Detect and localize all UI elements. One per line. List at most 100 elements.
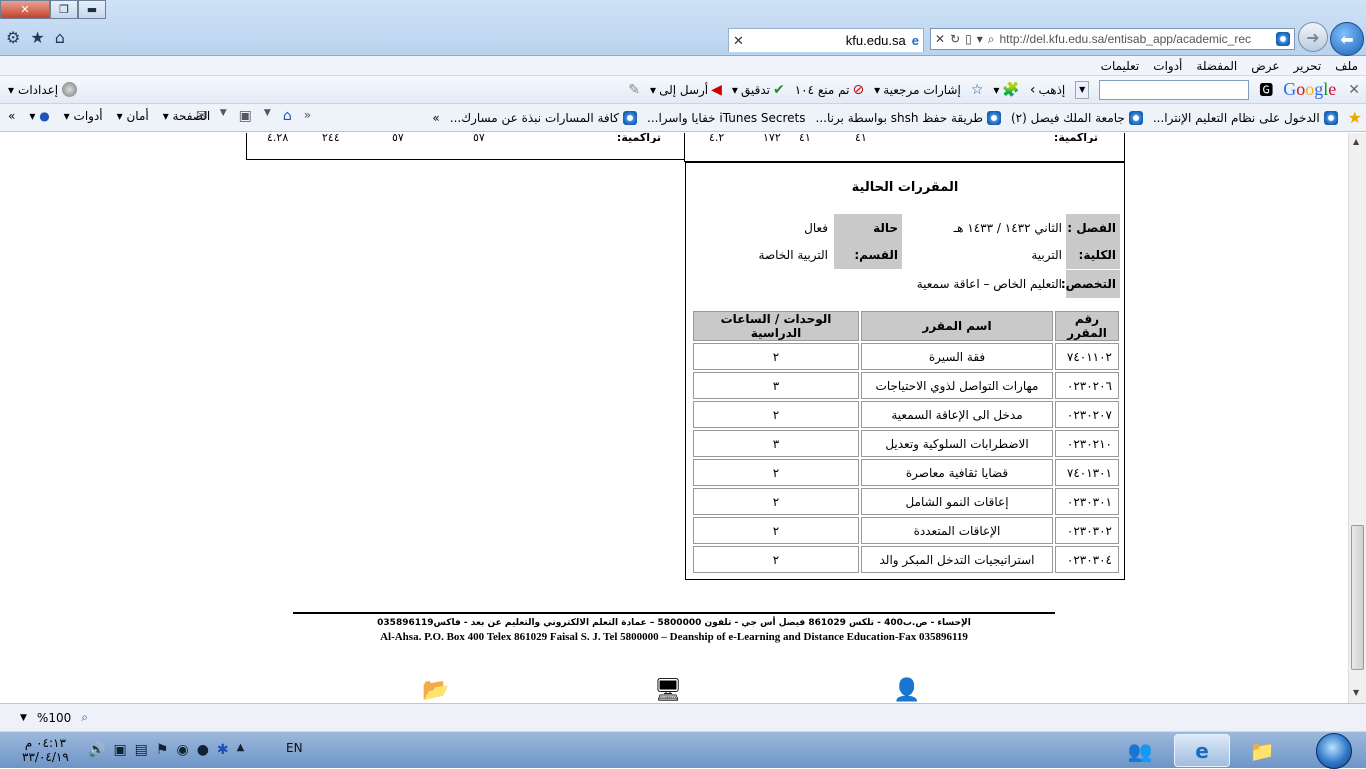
favorite-link[interactable]: كافة المسارات نبذة عن مسارك...	[450, 110, 638, 125]
zoom-level[interactable]: %100	[37, 711, 71, 725]
close-window-button[interactable]: ✕	[0, 0, 50, 19]
favorite-link[interactable]: iTunes Secrets خفايا واسرا...	[647, 111, 805, 125]
menu-edit[interactable]: تحرير	[1294, 59, 1322, 73]
pencil-icon[interactable]: ✎	[628, 82, 640, 98]
forward-button[interactable]: ⬅	[1330, 22, 1364, 56]
tools-menu[interactable]: أدوات ▾	[64, 109, 103, 123]
person-icon[interactable]: 👤	[893, 678, 920, 703]
back-button[interactable]: ➜	[1298, 22, 1328, 52]
department-value: التربية الخاصة	[758, 248, 828, 262]
minimize-window-button[interactable]: ▬	[78, 0, 106, 19]
table-row: ٠٢٣٠٣٠٢ الإعاقات المتعددة ٢	[693, 517, 1119, 544]
footer-divider	[293, 612, 1055, 614]
url-text[interactable]: http://del.kfu.edu.sa/entisab_app/academ…	[1000, 32, 1272, 46]
google-search-icon[interactable]: 🅶	[1259, 80, 1273, 100]
spellcheck-button[interactable]: ✔ تدقيق ▾	[732, 82, 785, 98]
search-icon[interactable]: ⌕	[988, 32, 995, 47]
zoom-dropdown-icon[interactable]: ▼	[20, 713, 27, 723]
home-icon[interactable]: ⌂	[283, 108, 292, 124]
chevron-more-icon[interactable]: »	[432, 111, 439, 125]
google-plus-button[interactable]: 🧩 ▾	[993, 82, 1019, 98]
chevron-more-icon[interactable]: »	[304, 108, 311, 124]
menu-favorites[interactable]: المفضلة	[1196, 59, 1237, 73]
show-hidden-icons[interactable]: ▲	[237, 742, 245, 758]
favorite-link[interactable]: جامعة الملك فيصل (٢)	[1011, 110, 1143, 125]
google-logo[interactable]: Google	[1283, 79, 1336, 100]
favorites-star-icon[interactable]: ★	[1348, 108, 1362, 127]
help-menu[interactable]: ● ▾	[29, 109, 49, 123]
messenger-icon: 👥	[1127, 738, 1153, 763]
table-row: ٧٤٠١٣٠١ قضايا ثقافية معاصرة ٢	[693, 459, 1119, 486]
scroll-down-icon: ▼	[1353, 688, 1360, 697]
previous-gpa-box: تراكمية: ٥٧ ٥٧ ٢٤٤ ٤.٢٨	[246, 133, 685, 160]
blocked-icon: ⊘	[852, 81, 865, 98]
menu-tools[interactable]: أدوات	[1153, 59, 1182, 73]
taskbar-app-explorer[interactable]: 📁	[1234, 734, 1290, 767]
close-icon[interactable]: ✕	[935, 32, 945, 46]
vertical-scrollbar[interactable]: ▲ ▼	[1348, 133, 1366, 703]
course-code: ٠٢٣٠٣٠١	[1055, 488, 1119, 515]
refresh-icon[interactable]: ↻	[950, 32, 960, 46]
zoom-icon[interactable]: ⌕	[81, 710, 88, 725]
language-indicator[interactable]: EN	[286, 741, 303, 755]
command-icons: ✉ ▼ ▣ ▼ ⌂ »	[196, 108, 311, 124]
browser-tab[interactable]: ✕ kfu.edu.sa e	[728, 28, 924, 52]
folder-icon[interactable]: 📂	[422, 678, 449, 703]
menu-view[interactable]: عرض	[1251, 59, 1279, 73]
popup-blocker-button[interactable]: ⊘ تم منع ١٠٤	[795, 82, 864, 98]
page-menu[interactable]: الصفحة ▾	[163, 109, 211, 123]
ie-page-icon: e	[911, 33, 919, 48]
send-to-button[interactable]: ◀ أرسل إلى ▾	[650, 82, 722, 98]
favorites-star-icon[interactable]: ★	[30, 28, 44, 47]
clock-date: ٣٣/٠٤/١٩	[22, 750, 69, 764]
dropdown-icon[interactable]: ▼	[264, 108, 271, 124]
home-icon[interactable]: ⌂	[55, 28, 65, 47]
settings-button[interactable]: إعدادات ▾	[8, 82, 78, 97]
course-units: ٢	[693, 459, 859, 486]
favorite-link[interactable]: الدخول على نظام التعليم الإنترا...	[1153, 110, 1338, 125]
cumulative-value: ٥٧	[473, 133, 485, 143]
student-status-label: حالة الطالب:	[834, 214, 902, 263]
go-button[interactable]: إذهب ›	[1030, 82, 1065, 98]
address-bar[interactable]: ✕ ↻ ▯ ▾ ⌕ http://del.kfu.edu.sa/entisab_…	[930, 28, 1295, 50]
scrollbar-thumb[interactable]	[1351, 525, 1364, 670]
browser-shortcuts: ⚙ ★ ⌂	[6, 28, 65, 47]
rss-icon[interactable]: ▣	[239, 108, 252, 124]
menu-file[interactable]: ملف	[1335, 59, 1358, 73]
google-search-input[interactable]	[1099, 79, 1250, 100]
volume-icon[interactable]: 🔊	[88, 742, 105, 758]
dropdown-icon[interactable]: ▼	[220, 108, 227, 124]
taskbar-app-messenger[interactable]: 👥	[1112, 734, 1168, 767]
table-row: ٠٢٣٠٢٠٧ مدخل الى الإعاقة السمعية ٢	[693, 401, 1119, 428]
menu-help[interactable]: تعليمات	[1101, 59, 1140, 73]
course-name: إعاقات النمو الشامل	[861, 488, 1053, 515]
gear-icon[interactable]: ⚙	[6, 28, 20, 47]
device-icon[interactable]: ▤	[135, 742, 148, 758]
search-dropdown[interactable]: ▼	[1075, 80, 1090, 99]
bluetooth-icon[interactable]: ✱	[217, 742, 229, 758]
close-icon[interactable]: ✕	[1348, 82, 1360, 98]
flag-icon[interactable]: ⚑	[156, 742, 169, 758]
globe-icon[interactable]: ◉	[176, 742, 188, 758]
restore-window-button[interactable]: ❐	[50, 0, 78, 19]
clock[interactable]: ٠٤:١٣ م ٣٣/٠٤/١٩	[22, 736, 69, 764]
major-label: التخصص:	[1061, 270, 1120, 298]
chrome-icon[interactable]: ●	[197, 742, 209, 758]
cumulative-value: ٤.٢٨	[267, 133, 289, 143]
compatibility-icon[interactable]: ▯	[965, 32, 972, 46]
computer-icon[interactable]: 🖥	[654, 678, 682, 703]
safety-menu[interactable]: أمان ▾	[117, 109, 149, 123]
start-button[interactable]	[1316, 733, 1352, 769]
close-tab-icon[interactable]: ✕	[733, 33, 744, 49]
taskbar-app-ie[interactable]: e	[1174, 734, 1230, 767]
puzzle-icon: 🧩	[1002, 81, 1020, 98]
dropdown-icon[interactable]: ▾	[977, 32, 983, 46]
course-units: ٢	[693, 546, 859, 573]
favorite-link[interactable]: طريقة حفظ shsh بواسطة برنا...	[816, 110, 1001, 125]
course-name: فقة السيرة	[861, 343, 1053, 370]
network-icon[interactable]: ▣	[113, 742, 126, 758]
settings-wrench-icon	[62, 82, 78, 97]
chevron-more-icon[interactable]: »	[8, 109, 15, 123]
bookmarks-button[interactable]: إشارات مرجعية ▾	[874, 83, 961, 97]
bookmark-star-icon[interactable]: ☆	[971, 82, 984, 98]
